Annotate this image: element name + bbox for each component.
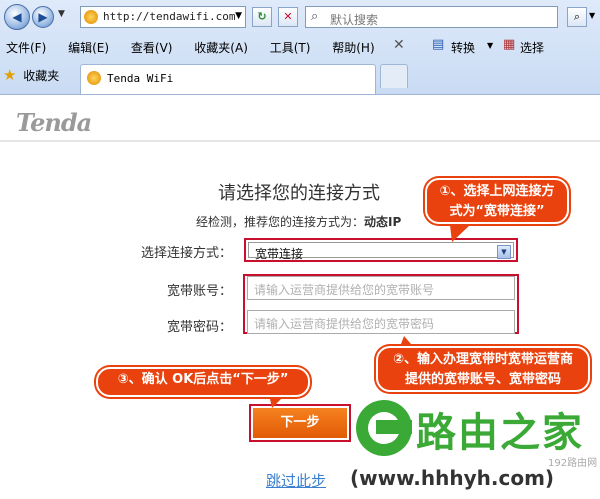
watermark-small: 192路由网 xyxy=(548,458,598,469)
callout-1-pointer xyxy=(450,225,470,242)
callout-3: ③、确认 OK后点击“下一步” xyxy=(96,367,310,397)
callout-2-line1: ②、输入办理宽带时宽带运营商 xyxy=(392,352,573,367)
watermark-brand: 路由之家 xyxy=(416,410,584,456)
watermark-logo-icon xyxy=(356,400,412,456)
watermark-url: (www.hhhyh.com) xyxy=(350,466,555,490)
callout-1-line2: 式为“宽带连接” xyxy=(449,204,545,219)
callout-2-line2: 提供的宽带账号、宽带密码 xyxy=(404,372,561,387)
callout-2: ②、输入办理宽带时宽带运营商 提供的宽带账号、宽带密码 xyxy=(376,346,590,392)
callout-1: ①、选择上网连接方 式为“宽带连接” xyxy=(425,178,569,224)
callout-1-line1: ①、选择上网连接方 xyxy=(439,184,555,199)
